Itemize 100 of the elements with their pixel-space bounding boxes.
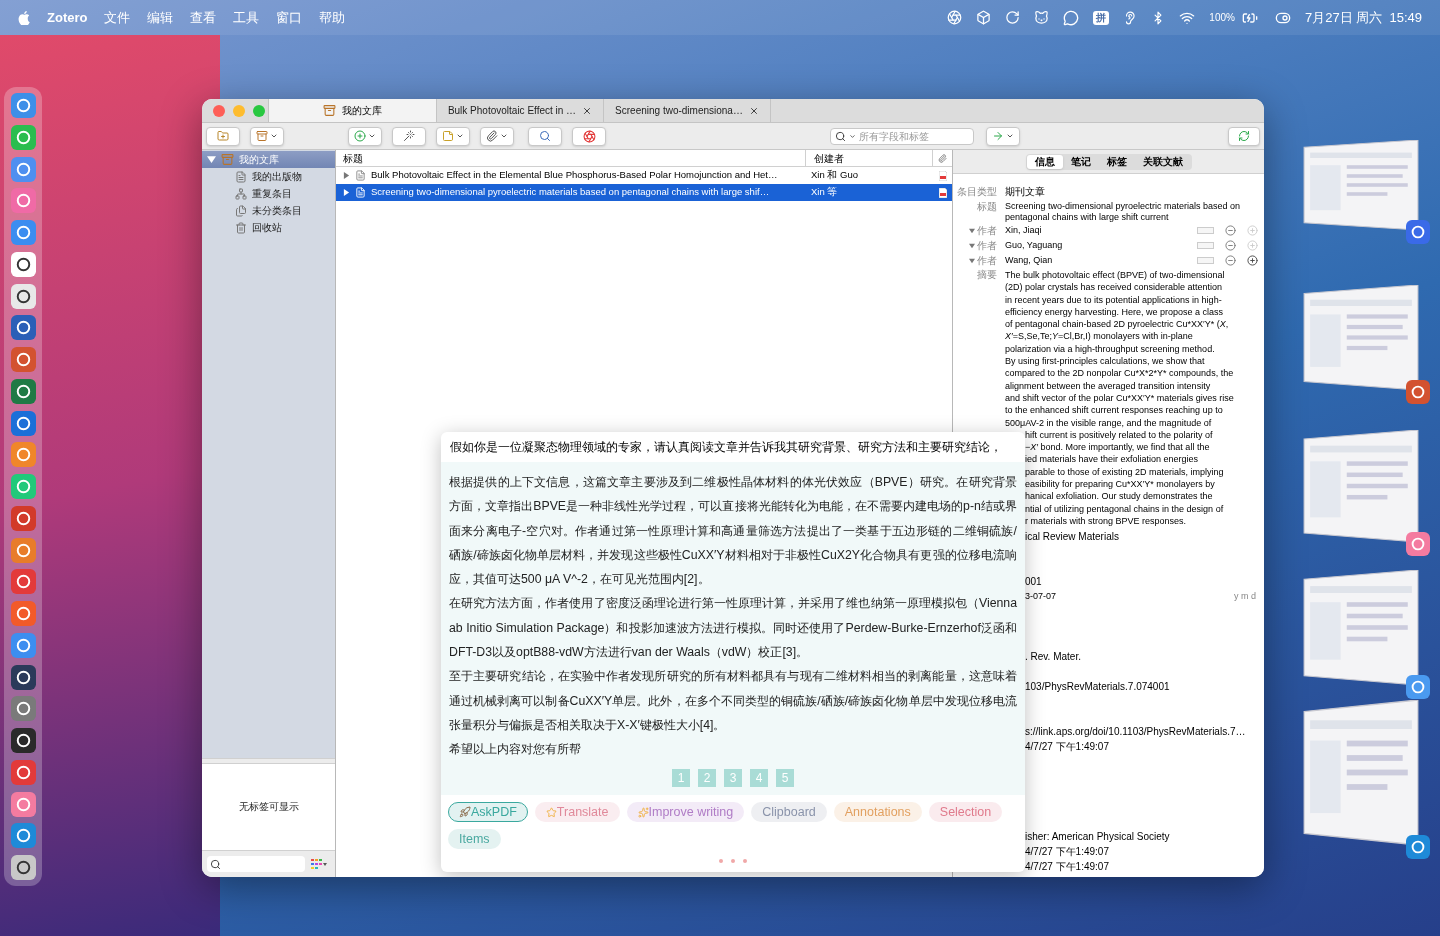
window-thumbnail[interactable] [1300,285,1422,390]
column-header[interactable]: 标题 [336,150,806,166]
abstract-line: to the enhanced shift current responses reaching up to [1005,404,1224,417]
abstract-line: By using first-principles calculations, we show that [1005,355,1206,368]
document-icon [235,170,247,183]
remove-creator-icon [1225,240,1236,251]
app-icon[interactable] [1406,835,1430,859]
abstract-line: The bulk photovoltaic effect (BPVE) of two-dimensional [1005,269,1226,282]
collection-item[interactable]: 回收站 [202,219,335,236]
collection-item[interactable]: 未分类条目 [202,202,335,219]
date-time[interactable]: 7月27日 周六 15:49 [1304,7,1422,28]
advanced-search-button[interactable] [528,126,562,146]
abstract-line: alignment between the averaged transition intensity [1005,379,1212,392]
tag-filter-field[interactable] [207,856,305,872]
collection-item[interactable]: 重复条目 [202,185,335,202]
abstract-line: ntial of utilizing pentagonal chains in the design of [1025,502,1225,515]
abstract-line: r materials with strong BPVE responses. [1025,514,1188,528]
caret-icon [500,132,508,140]
field-value[interactable]: . Rev. Mater. [1025,649,1256,665]
caret-icon[interactable] [969,257,975,264]
hierarchy-icon [235,187,247,200]
document-icon [355,170,366,181]
answer-paragraph: 希望以上内容对您有所帮 [449,741,582,759]
library-menu-button[interactable] [250,126,284,146]
plus-circle-icon [354,130,366,142]
new-note-button[interactable] [436,126,470,146]
library-icon [221,153,234,166]
abstract-line: 500μAV-2 in the visible range, and the magnitude of [1005,416,1213,429]
tab[interactable]: 我的文库 [268,99,436,122]
item-creator: Xin 和 Guo [810,168,859,183]
abstract-line: polarization via a high-throughput screening method. [1005,342,1216,356]
item-creator: Xin 等 [810,185,839,200]
field-value[interactable]: 4/7/27 下午1:49:07 [1025,844,1256,860]
search-box[interactable]: 所有字段和标签 [830,127,974,145]
field-value[interactable]: ical Review Materials [1025,529,1256,545]
date-format-hint: y m d [1234,590,1256,604]
field-label: 作者 [977,239,997,253]
close-button[interactable] [213,104,225,117]
caret-icon [1006,132,1014,140]
expand-triangle-icon[interactable] [343,189,350,196]
arrow-right-icon [992,130,1004,142]
battery-percentage: 100% [1209,11,1235,25]
note-icon [442,130,454,142]
field-value[interactable]: Screening two-dimensional pyroelectric materials based on pentagonal chains with large shift current [1005,199,1259,223]
caret-icon[interactable] [969,242,975,249]
tag-colors-menu-icon[interactable] [311,859,327,869]
field-value[interactable]: 4/7/27 下午1:49:07 [1025,859,1256,875]
item-pane-tab[interactable]: 标签 [1098,154,1135,169]
disclosure-triangle-icon[interactable] [207,155,216,164]
pdf-attachment-icon[interactable] [938,170,947,181]
add-creator-icon[interactable] [1247,255,1258,266]
field-value[interactable]: Guo, Yaguang [1005,238,1197,251]
column-header[interactable]: 创建者 [806,150,933,166]
app-icon[interactable] [1406,380,1430,404]
answer-paragraph: 在研究方法方面，作者使用了密度泛函理论进行第一性原理计算，并采用了维也纳第一原理模拟包（Vienna ab Initio Simulation Package）和投影加速波方法进行模拟。同时还使用了Perdew-Burke-Ernzerhof泛函和DFT-D3以及optB88-vdW方法进行van der Waals（vdW）校正[3]。 [449,595,1017,662]
sync-button[interactable] [1228,126,1260,146]
field-value[interactable]: Wang, Qian [1005,253,1197,266]
window-thumbnail[interactable] [1300,700,1422,845]
field-value[interactable]: s://link.aps.org/doi/10.1103/PhysRevMaterials.7… [1025,724,1256,740]
window-thumbnail[interactable] [1300,430,1422,542]
item-pane-tab[interactable]: 笔记 [1062,154,1099,169]
search-field[interactable]: 所有字段和标签 [859,128,969,144]
paperclip-icon [486,130,498,142]
caret-icon [849,132,856,140]
app-icon[interactable] [1406,532,1430,556]
field-value[interactable]: Xin, Jiaqi [1005,223,1197,236]
chatgpt-button[interactable] [572,126,606,146]
remove-creator-icon [1225,255,1236,266]
caret-icon [270,132,278,140]
field-value[interactable]: 001 [1025,574,1256,590]
expand-triangle-icon[interactable] [343,172,350,179]
field-value[interactable]: isher: American Physical Society [1025,829,1256,845]
collection-item[interactable]: 我的出版物 [202,168,335,185]
field-value[interactable]: 3-07-07 [1025,589,1057,605]
caret-icon[interactable] [969,227,975,234]
pdf-attachment-icon[interactable] [938,187,947,198]
item-row[interactable]: Screening two-dimensional pyroelectric materials based on pentagonal chains with large shif… Xin 等 [336,184,952,201]
abstract-line: hift current is positively related to the polarity of [1025,428,1214,442]
item-pane-tab[interactable]: 信息 [1026,154,1063,169]
input-method-indicator[interactable]: 拼 [1093,10,1110,25]
folder-plus-icon [217,130,229,142]
aperture-icon [582,129,596,143]
caret-icon [456,132,464,140]
search-icon [835,130,846,142]
sync-icon [1005,10,1021,25]
attachment-button[interactable] [480,126,514,146]
abstract-line: and shift vector of the polar Cu*XX′Y* materials gives rise [1005,391,1234,405]
window-thumbnail[interactable] [1300,140,1422,230]
new-item-button[interactable] [348,126,382,146]
field-label: 标题 [977,200,997,214]
caret-icon [368,132,376,140]
item-pane-tab[interactable]: 关联文献 [1134,154,1191,169]
field-value[interactable]: 4/7/27 下午1:49:07 [1025,739,1256,755]
field-value[interactable]: 103/PhysRevMaterials.7.074001 [1025,679,1256,695]
apple-logo-icon[interactable] [18,10,31,25]
field-value[interactable]: 期刊文章 [1005,184,1259,197]
window-thumbnail[interactable] [1300,570,1422,685]
abstract-line: of pentagonal chain-based 2D pyroelectric Cu*XX′Y* (X, [1005,318,1230,331]
prompt-text: 假如你是一位凝聚态物理领域的专家，请认真阅读文章并告诉我其研究背景、研究方法和主要研究结论， [450,438,1002,456]
app-icon[interactable] [1406,675,1430,699]
